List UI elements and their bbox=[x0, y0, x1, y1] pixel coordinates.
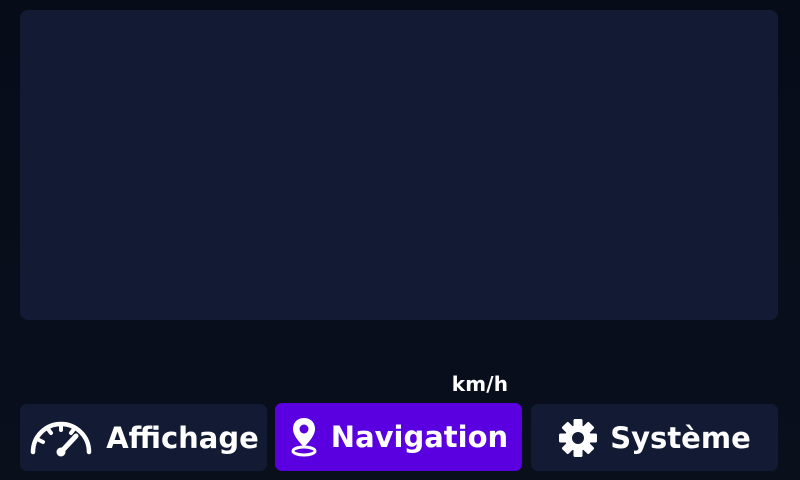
tab-systeme-label: Système bbox=[610, 420, 751, 455]
tab-affichage[interactable]: Affichage bbox=[20, 404, 267, 471]
speedometer-icon bbox=[28, 418, 94, 458]
tab-affichage-label: Affichage bbox=[106, 420, 259, 455]
tab-navigation-label: Navigation bbox=[330, 420, 509, 454]
tab-navigation[interactable]: Navigation bbox=[275, 403, 522, 471]
main-display-panel bbox=[20, 10, 778, 320]
tab-systeme[interactable]: Système bbox=[531, 404, 778, 471]
gear-icon bbox=[558, 418, 598, 458]
dashboard-screen: km/h Affichage Navigation Système bbox=[0, 0, 800, 480]
map-pin-icon bbox=[289, 416, 319, 458]
speed-unit-label: km/h bbox=[451, 372, 509, 396]
